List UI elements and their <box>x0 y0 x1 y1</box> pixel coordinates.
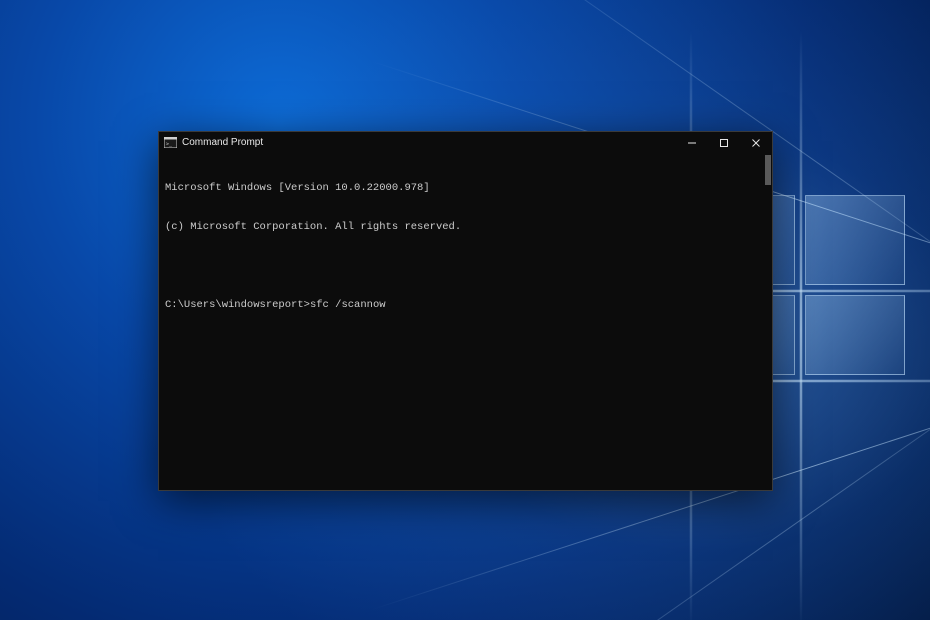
command-prompt-window: >_ Command Prompt Micro <box>158 131 773 491</box>
typed-command: sfc /scannow <box>310 299 386 311</box>
prompt-line: C:\Users\windowsreport>sfc /scannow <box>165 299 766 312</box>
windows-logo-pane <box>805 295 905 375</box>
cmd-icon: >_ <box>163 136 177 150</box>
close-button[interactable] <box>740 132 772 153</box>
window-title: Command Prompt <box>182 137 676 148</box>
light-beam <box>800 30 802 620</box>
minimize-icon <box>687 138 697 148</box>
window-controls <box>676 132 772 153</box>
windows-logo-pane <box>805 195 905 285</box>
close-icon <box>751 138 761 148</box>
svg-text:>_: >_ <box>166 142 173 148</box>
maximize-button[interactable] <box>708 132 740 153</box>
version-line: Microsoft Windows [Version 10.0.22000.97… <box>165 182 766 195</box>
blank-line <box>165 260 766 273</box>
copyright-line: (c) Microsoft Corporation. All rights re… <box>165 221 766 234</box>
terminal-output[interactable]: Microsoft Windows [Version 10.0.22000.97… <box>159 153 772 490</box>
minimize-button[interactable] <box>676 132 708 153</box>
titlebar[interactable]: >_ Command Prompt <box>159 132 772 153</box>
prompt-path: C:\Users\windowsreport> <box>165 299 310 311</box>
scrollbar-thumb[interactable] <box>765 155 771 185</box>
maximize-icon <box>719 138 729 148</box>
